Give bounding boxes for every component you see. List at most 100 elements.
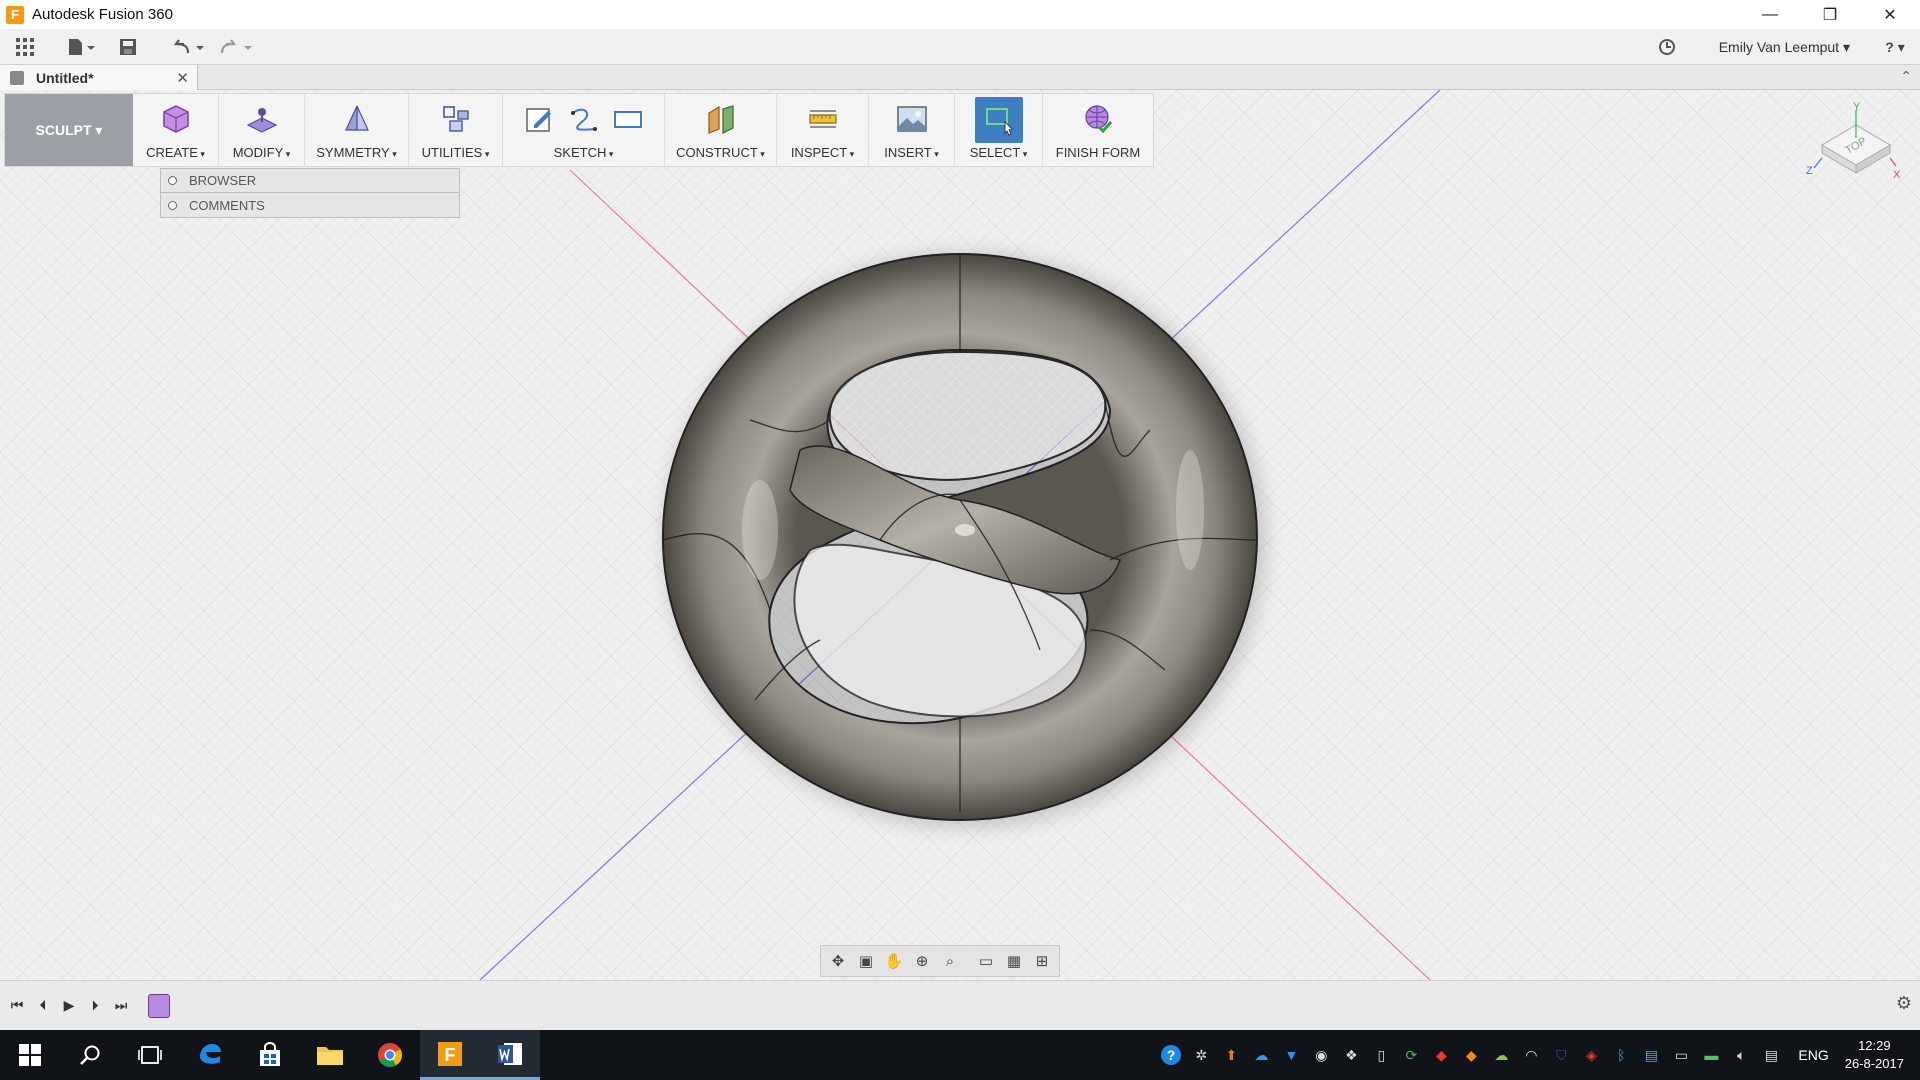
canvas-viewport[interactable] <box>0 90 1920 980</box>
action-center-icon[interactable]: ▤ <box>1760 1044 1782 1066</box>
tool-group-create[interactable]: CREATE <box>133 94 219 166</box>
tool-group-sketch[interactable]: SKETCH <box>503 94 665 166</box>
tool-group-utilities[interactable]: UTILITIES <box>409 94 503 166</box>
viewcube[interactable]: TOP Y Z X <box>1800 100 1900 190</box>
tab-close-icon[interactable]: ✕ <box>176 69 189 87</box>
modify-plane-icon <box>246 108 277 133</box>
window-controls: — ❐ ✕ <box>1740 0 1920 29</box>
windows-start-icon[interactable] <box>0 1030 60 1080</box>
axis-z-label: Z <box>1806 165 1813 177</box>
tool-label-sketch: SKETCH <box>554 145 614 160</box>
update-tray-icon[interactable]: ⬆ <box>1220 1044 1242 1066</box>
document-tab[interactable]: Untitled* ✕ <box>0 65 198 90</box>
display-settings-icon[interactable]: ▭ <box>975 950 997 972</box>
window-title: Autodesk Fusion 360 <box>32 6 173 23</box>
create-sketch-icon <box>525 108 551 132</box>
workspace-switcher-button[interactable]: SCULPT ▾ <box>5 94 133 166</box>
minimize-button[interactable]: — <box>1740 0 1800 29</box>
data-panel-grid-icon[interactable] <box>12 33 38 61</box>
battery-tray-icon[interactable]: ▬ <box>1700 1044 1722 1066</box>
select-box-icon <box>985 108 1013 136</box>
grid-settings-icon[interactable]: ▦ <box>1003 950 1025 972</box>
expand-dot-icon[interactable] <box>168 200 177 210</box>
look-at-icon[interactable]: ▣ <box>855 950 877 972</box>
help-circle-icon[interactable]: ? <box>1160 1044 1182 1066</box>
tool-group-insert[interactable]: INSERT <box>869 94 955 166</box>
acrobat-tray-icon[interactable]: ◆ <box>1430 1044 1452 1066</box>
edge-icon[interactable] <box>180 1030 240 1080</box>
tool-label-create: CREATE <box>146 145 205 160</box>
pan-icon[interactable]: ✋ <box>883 950 905 972</box>
step-back-icon[interactable]: ⏴ <box>30 993 56 1019</box>
utilities-icon <box>442 106 469 132</box>
tool-group-select[interactable]: SELECT <box>955 94 1043 166</box>
go-to-start-icon[interactable]: ⏮ <box>4 993 30 1019</box>
job-status-clock-icon[interactable] <box>1655 33 1679 61</box>
title-bar: F Autodesk Fusion 360 — ❐ ✕ <box>0 0 1920 29</box>
zoom-window-icon[interactable]: ⊕ <box>911 950 933 972</box>
undo-icon[interactable] <box>168 33 208 61</box>
gamepad-tray-icon[interactable]: ◉ <box>1310 1044 1332 1066</box>
monitor-tray-icon[interactable]: ▭ <box>1670 1044 1692 1066</box>
sync-tray-icon[interactable]: ⟳ <box>1400 1044 1422 1066</box>
tool-label-finish-form: FINISH FORM <box>1055 145 1141 160</box>
file-explorer-icon[interactable] <box>300 1030 360 1080</box>
collapse-toolbar-icon[interactable]: ⌃ <box>1900 68 1912 85</box>
word-icon[interactable] <box>480 1030 540 1080</box>
display-tray-icon[interactable]: ▤ <box>1640 1044 1662 1066</box>
wifi-tray-icon[interactable]: ◠ <box>1520 1044 1542 1066</box>
search-icon[interactable] <box>60 1030 120 1080</box>
store-icon[interactable] <box>240 1030 300 1080</box>
step-forward-icon[interactable]: ⏵ <box>82 993 108 1019</box>
close-button[interactable]: ✕ <box>1860 0 1920 29</box>
chrome-icon[interactable] <box>360 1030 420 1080</box>
system-clock[interactable]: 12:29 26-8-2017 <box>1845 1037 1904 1073</box>
timeline-form-feature-icon[interactable] <box>148 993 170 1018</box>
solidworks-tray-icon[interactable]: ◈ <box>1580 1044 1602 1066</box>
volume-tray-icon[interactable]: 🔈︎ <box>1730 1044 1752 1066</box>
tspline-body[interactable] <box>662 253 1265 827</box>
axis-y-label: Y <box>1853 101 1861 113</box>
navigation-bar: ✥ ▣ ✋ ⊕ ⌕ ▭ ▦ ⊞ <box>820 945 1060 977</box>
restore-button[interactable]: ❐ <box>1800 0 1860 29</box>
play-icon[interactable]: ▶ <box>56 993 82 1019</box>
help-menu[interactable]: ? ▾ <box>1878 33 1912 61</box>
tool-label-construct: CONSTRUCT <box>676 145 765 160</box>
cloud-sync-tray-icon[interactable]: ☁ <box>1490 1044 1512 1066</box>
select-tool-active <box>974 97 1023 143</box>
ground-grid <box>0 90 1920 980</box>
clock-date: 26-8-2017 <box>1844 1056 1904 1071</box>
bluetooth-tray-icon[interactable]: ᛒ <box>1610 1044 1632 1066</box>
fusion360-window: F Autodesk Fusion 360 — ❐ ✕ Emily Van Le… <box>0 0 1920 1080</box>
tool-label-inspect: INSPECT <box>791 145 854 160</box>
go-to-end-icon[interactable]: ⏭ <box>108 993 134 1019</box>
tool-group-finish-form[interactable]: FINISH FORM <box>1043 94 1153 166</box>
network-drive-tray-icon[interactable]: ▼ <box>1280 1044 1302 1066</box>
redo-icon[interactable] <box>216 33 256 61</box>
zoom-icon[interactable]: ⌕ <box>939 950 961 972</box>
onedrive-tray-icon[interactable]: ☁ <box>1250 1044 1272 1066</box>
viewports-icon[interactable]: ⊞ <box>1031 950 1053 972</box>
tool-group-modify[interactable]: MODIFY <box>219 94 305 166</box>
tool-group-construct[interactable]: CONSTRUCT <box>665 94 777 166</box>
save-icon[interactable] <box>116 33 140 61</box>
browser-panel[interactable]: BROWSER <box>160 168 460 193</box>
usb-tray-icon[interactable]: ▯ <box>1370 1044 1392 1066</box>
comments-panel[interactable]: COMMENTS <box>160 193 460 218</box>
expand-dot-icon[interactable] <box>168 176 177 185</box>
fusion360-icon[interactable]: F <box>420 1030 480 1080</box>
settings-tray-icon[interactable]: ✲ <box>1190 1044 1212 1066</box>
orbit-icon[interactable]: ✥ <box>827 950 849 972</box>
tool-group-inspect[interactable]: INSPECT <box>777 94 869 166</box>
shield-tray-icon[interactable]: ⛉ <box>1550 1044 1572 1066</box>
file-menu-icon[interactable] <box>64 33 100 61</box>
gear-icon[interactable]: ⚙ <box>1896 993 1912 1014</box>
task-view-icon[interactable] <box>120 1030 180 1080</box>
image-icon <box>896 106 927 132</box>
sculpt-toolbar: SCULPT ▾ CREATE MODIFY SYMMETRY UTILITIE… <box>4 93 1154 167</box>
language-indicator[interactable]: ENG <box>1798 1047 1828 1063</box>
tool-group-symmetry[interactable]: SYMMETRY <box>305 94 409 166</box>
user-account-menu[interactable]: Emily Van Leemput ▾ <box>1719 39 1850 56</box>
autodesk-tray-icon[interactable]: ◆ <box>1460 1044 1482 1066</box>
dropbox-tray-icon[interactable]: ❖ <box>1340 1044 1362 1066</box>
